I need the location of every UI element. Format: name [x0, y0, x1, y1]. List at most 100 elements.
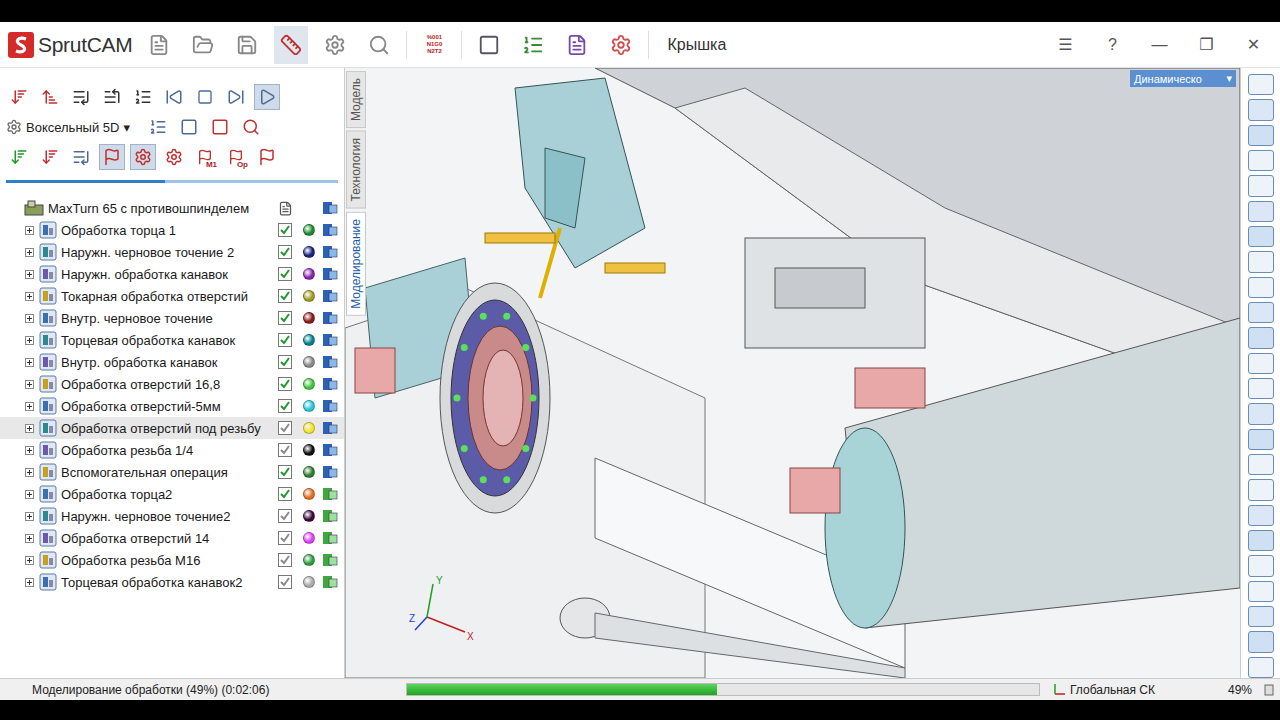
check-icon[interactable] [278, 443, 292, 457]
check-icon[interactable] [278, 399, 292, 413]
check-icon[interactable] [278, 421, 292, 435]
tree-item[interactable]: Токарная обработка отверстий [0, 285, 344, 307]
view-button[interactable] [1248, 378, 1274, 399]
check-icon[interactable] [278, 223, 292, 237]
view-button[interactable] [1248, 99, 1274, 120]
logo[interactable]: SprutCAM [8, 32, 132, 58]
fit-button[interactable] [238, 114, 264, 140]
color-dot[interactable] [303, 268, 315, 280]
panel-icon[interactable] [1264, 684, 1274, 696]
expand-icon[interactable] [25, 578, 34, 587]
color-dot[interactable] [303, 246, 315, 258]
expand-icon[interactable] [25, 336, 34, 345]
expand-icon[interactable] [25, 534, 34, 543]
window-control[interactable]: ❐ [1188, 35, 1225, 54]
tree-item[interactable]: Наружн. черновое точение2 [0, 505, 344, 527]
tool-stop-button[interactable] [130, 144, 156, 170]
tree-item[interactable]: Обработка отверстий 16,8 [0, 373, 344, 395]
document-icon[interactable] [278, 201, 293, 216]
expand-icon[interactable] [25, 270, 34, 279]
simulation-icon[interactable] [322, 530, 338, 546]
view-button[interactable] [1248, 175, 1274, 196]
simulation-icon[interactable] [322, 266, 338, 282]
new-button[interactable] [142, 26, 176, 64]
window-control[interactable]: — [1141, 36, 1178, 54]
play-button[interactable] [254, 84, 280, 110]
check-icon[interactable] [278, 267, 292, 281]
list-button[interactable] [130, 84, 156, 110]
mode-select[interactable]: Воксельный 5D▾ [6, 119, 140, 135]
view-tab[interactable]: Технология [346, 131, 366, 209]
view-tab[interactable]: Модель [346, 71, 366, 128]
check-icon[interactable] [278, 487, 292, 501]
tool-button[interactable] [604, 26, 638, 64]
simulation-icon[interactable] [322, 376, 338, 392]
view-button[interactable] [1248, 606, 1274, 627]
color-dot[interactable] [303, 290, 315, 302]
inspect-button[interactable] [362, 26, 396, 64]
color-dot[interactable] [303, 466, 315, 478]
tree-item[interactable]: Наружн. обработка канавок [0, 263, 344, 285]
view-button[interactable] [1248, 150, 1274, 171]
color-dot[interactable] [303, 224, 315, 236]
tree-item[interactable]: Обработка отверстий 14 [0, 527, 344, 549]
gcode-button[interactable]: %001N1G0N2T2 [417, 26, 451, 64]
color-dot[interactable] [303, 422, 315, 434]
view-button[interactable] [1248, 251, 1274, 272]
list-start-button[interactable] [99, 84, 125, 110]
simulation-icon[interactable] [322, 288, 338, 304]
view-button[interactable] [1248, 226, 1274, 247]
simulation-icon[interactable] [322, 420, 338, 436]
report-button[interactable] [560, 26, 594, 64]
expand-icon[interactable] [25, 468, 34, 477]
simulation-icon[interactable] [322, 222, 338, 238]
viewport[interactable]: МодельТехнологияМоделированиеДинамическо… [345, 68, 1240, 678]
window-control[interactable]: ? [1094, 36, 1131, 54]
simulation-slider[interactable] [6, 180, 338, 183]
simulation-icon[interactable] [322, 574, 338, 590]
gear-button[interactable] [161, 144, 187, 170]
view-button[interactable] [1248, 277, 1274, 298]
measure-button[interactable] [318, 26, 352, 64]
expand-icon[interactable] [25, 446, 34, 455]
chart-button[interactable] [516, 26, 550, 64]
simulation-icon[interactable] [322, 200, 338, 216]
color-dot[interactable] [303, 510, 315, 522]
view-button[interactable] [1248, 657, 1274, 678]
color-dot[interactable] [303, 444, 315, 456]
simulation-icon[interactable] [322, 552, 338, 568]
view-button[interactable] [1248, 631, 1274, 652]
voxel-button[interactable] [145, 114, 171, 140]
check-icon[interactable] [278, 355, 292, 369]
color-dot[interactable] [303, 312, 315, 324]
pause-button[interactable] [254, 144, 280, 170]
expand-icon[interactable] [25, 512, 34, 521]
run-red-button[interactable] [37, 144, 63, 170]
view-button[interactable] [1248, 353, 1274, 374]
expand-icon[interactable] [25, 556, 34, 565]
expand-icon[interactable] [25, 248, 34, 257]
simulation-icon[interactable] [322, 464, 338, 480]
color-dot[interactable] [303, 400, 315, 412]
check-icon[interactable] [278, 531, 292, 545]
tree-item[interactable]: Обработка резьба 1/4 [0, 439, 344, 461]
color-dot[interactable] [303, 532, 315, 544]
view-mode-select[interactable]: Динамическо▾ [1130, 70, 1236, 87]
expand-icon[interactable] [25, 424, 34, 433]
clear-button[interactable] [207, 114, 233, 140]
tree-item[interactable]: Наружн. черновое точение 2 [0, 241, 344, 263]
color-dot[interactable] [303, 334, 315, 346]
save-button[interactable] [230, 26, 264, 64]
view-button[interactable] [1248, 581, 1274, 602]
tree-item[interactable]: Торцевая обработка канавок [0, 329, 344, 351]
expand-icon[interactable] [25, 402, 34, 411]
coordinate-button[interactable] [274, 26, 308, 64]
color-dot[interactable] [303, 378, 315, 390]
expand-icon[interactable] [25, 490, 34, 499]
simulation-icon[interactable] [322, 486, 338, 502]
tree-item[interactable]: Торцевая обработка канавок2 [0, 571, 344, 593]
view-button[interactable] [1248, 74, 1274, 95]
view-button[interactable] [1248, 454, 1274, 475]
up-button[interactable] [37, 84, 63, 110]
stop-label-button[interactable]: M1 [192, 144, 218, 170]
